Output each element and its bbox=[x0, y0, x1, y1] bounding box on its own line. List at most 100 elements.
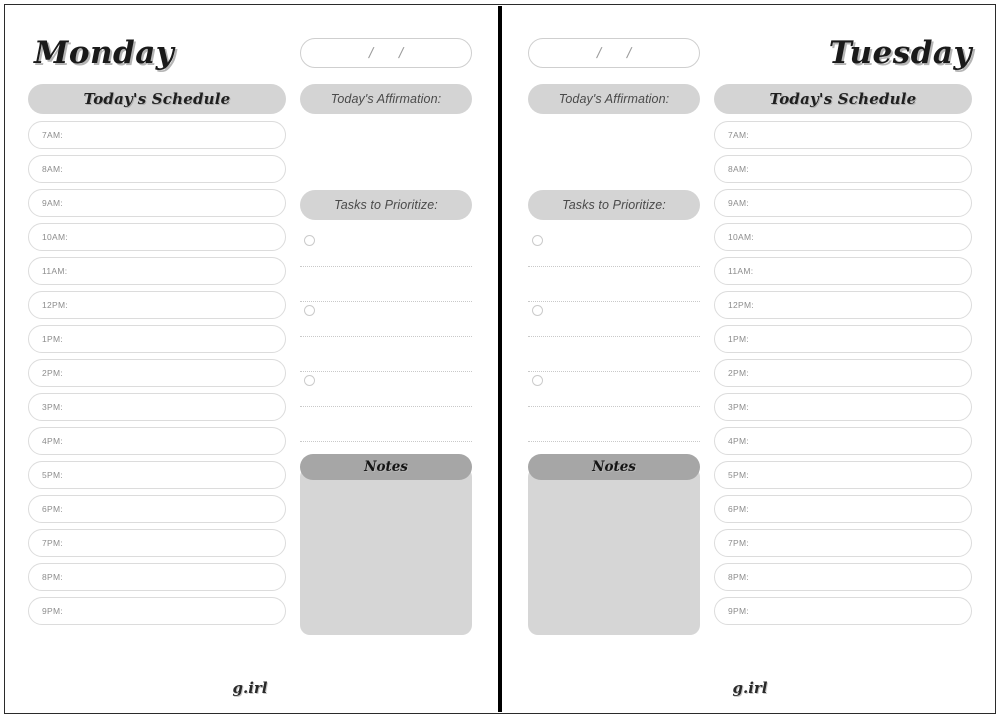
task-row[interactable] bbox=[528, 372, 700, 407]
schedule-slot[interactable]: 3PM: bbox=[28, 393, 286, 421]
schedule-slot[interactable]: 8AM: bbox=[714, 155, 972, 183]
schedule-slot[interactable]: 2PM: bbox=[714, 359, 972, 387]
slot-time-label: 8PM: bbox=[728, 572, 750, 582]
slot-time-label: 9PM: bbox=[42, 606, 64, 616]
slot-time-label: 2PM: bbox=[42, 368, 64, 378]
schedule-slot[interactable]: 7PM: bbox=[714, 529, 972, 557]
date-separator-2: / bbox=[625, 44, 633, 62]
schedule-slot[interactable]: 9AM: bbox=[28, 189, 286, 217]
slot-time-label: 7PM: bbox=[728, 538, 750, 548]
page-title: Monday bbox=[34, 35, 175, 71]
slot-time-label: 11AM: bbox=[42, 266, 68, 276]
body-columns-tuesday: Today's Affirmation: Tasks to Prioritize… bbox=[528, 84, 972, 668]
header-row-monday: Monday / / bbox=[28, 22, 472, 84]
tasks-heading: Tasks to Prioritize: bbox=[528, 190, 700, 220]
schedule-slot[interactable]: 7AM: bbox=[28, 121, 286, 149]
slot-time-label: 3PM: bbox=[728, 402, 750, 412]
affirmation-write-area[interactable] bbox=[528, 114, 700, 190]
slot-time-label: 6PM: bbox=[728, 504, 750, 514]
slot-time-label: 8AM: bbox=[42, 164, 64, 174]
schedule-slot[interactable]: 3PM: bbox=[714, 393, 972, 421]
date-field[interactable]: / / bbox=[528, 38, 700, 68]
schedule-slot[interactable]: 4PM: bbox=[714, 427, 972, 455]
task-row[interactable] bbox=[528, 267, 700, 302]
task-row[interactable] bbox=[528, 337, 700, 372]
slot-time-label: 11AM: bbox=[728, 266, 754, 276]
checkbox-circle-icon[interactable] bbox=[532, 305, 543, 316]
page-title: Tuesday bbox=[828, 35, 972, 71]
slot-time-label: 7AM: bbox=[42, 130, 64, 140]
slot-time-label: 4PM: bbox=[42, 436, 64, 446]
task-row[interactable] bbox=[528, 302, 700, 337]
tasks-heading: Tasks to Prioritize: bbox=[300, 190, 472, 220]
notes-write-area[interactable] bbox=[300, 467, 472, 635]
brand-logo: g.irl bbox=[232, 679, 268, 697]
task-row[interactable] bbox=[300, 372, 472, 407]
schedule-slot[interactable]: 1PM: bbox=[714, 325, 972, 353]
body-columns-monday: Today's Schedule 7AM: 8AM: 9AM: 10AM: 11… bbox=[28, 84, 472, 668]
slot-time-label: 10AM: bbox=[728, 232, 755, 242]
schedule-slot[interactable]: 11AM: bbox=[28, 257, 286, 285]
slot-time-label: 9PM: bbox=[728, 606, 750, 616]
schedule-slot[interactable]: 8AM: bbox=[28, 155, 286, 183]
slot-time-label: 2PM: bbox=[728, 368, 750, 378]
schedule-slot[interactable]: 12PM: bbox=[714, 291, 972, 319]
schedule-slot[interactable]: 10AM: bbox=[28, 223, 286, 251]
slot-time-label: 4PM: bbox=[728, 436, 750, 446]
slot-time-label: 5PM: bbox=[42, 470, 64, 480]
schedule-slot[interactable]: 8PM: bbox=[714, 563, 972, 591]
slot-time-label: 12PM: bbox=[42, 300, 69, 310]
date-field[interactable]: / / bbox=[300, 38, 472, 68]
affirmation-heading: Today's Affirmation: bbox=[528, 84, 700, 114]
task-row[interactable] bbox=[300, 302, 472, 337]
schedule-slot[interactable]: 9PM: bbox=[714, 597, 972, 625]
checkbox-circle-icon[interactable] bbox=[304, 375, 315, 386]
schedule-slot[interactable]: 9PM: bbox=[28, 597, 286, 625]
task-write-line bbox=[528, 441, 700, 442]
checkbox-circle-icon[interactable] bbox=[304, 235, 315, 246]
schedule-slot[interactable]: 2PM: bbox=[28, 359, 286, 387]
tasks-list bbox=[300, 232, 472, 442]
checkbox-circle-icon[interactable] bbox=[532, 235, 543, 246]
schedule-slot[interactable]: 6PM: bbox=[28, 495, 286, 523]
task-row[interactable] bbox=[528, 232, 700, 267]
schedule-slot[interactable]: 7PM: bbox=[28, 529, 286, 557]
schedule-slot[interactable]: 4PM: bbox=[28, 427, 286, 455]
slot-time-label: 9AM: bbox=[728, 198, 750, 208]
slot-time-label: 10AM: bbox=[42, 232, 69, 242]
slot-time-label: 1PM: bbox=[42, 334, 64, 344]
notes-block: Notes bbox=[300, 454, 472, 635]
task-row[interactable] bbox=[300, 267, 472, 302]
schedule-heading: Today's Schedule bbox=[714, 84, 972, 114]
footer-tuesday: g.irl bbox=[528, 668, 972, 708]
task-row[interactable] bbox=[528, 407, 700, 442]
schedule-slot[interactable]: 6PM: bbox=[714, 495, 972, 523]
task-row[interactable] bbox=[300, 232, 472, 267]
slot-time-label: 6PM: bbox=[42, 504, 64, 514]
notes-heading: Notes bbox=[528, 454, 700, 480]
schedule-slot[interactable]: 8PM: bbox=[28, 563, 286, 591]
checkbox-circle-icon[interactable] bbox=[304, 305, 315, 316]
task-write-line bbox=[300, 441, 472, 442]
checkbox-circle-icon[interactable] bbox=[532, 375, 543, 386]
schedule-slot[interactable]: 11AM: bbox=[714, 257, 972, 285]
schedule-slot[interactable]: 5PM: bbox=[714, 461, 972, 489]
task-row[interactable] bbox=[300, 337, 472, 372]
schedule-slot[interactable]: 7AM: bbox=[714, 121, 972, 149]
notes-heading: Notes bbox=[300, 454, 472, 480]
notes-write-area[interactable] bbox=[528, 467, 700, 635]
date-separator-2: / bbox=[397, 44, 405, 62]
schedule-slot[interactable]: 10AM: bbox=[714, 223, 972, 251]
tasks-list bbox=[528, 232, 700, 442]
slot-time-label: 9AM: bbox=[42, 198, 64, 208]
slot-time-label: 8AM: bbox=[728, 164, 750, 174]
date-separator-1: / bbox=[367, 44, 375, 62]
task-row[interactable] bbox=[300, 407, 472, 442]
schedule-slot[interactable]: 9AM: bbox=[714, 189, 972, 217]
schedule-column: Today's Schedule 7AM: 8AM: 9AM: 10AM: 11… bbox=[714, 84, 972, 625]
schedule-slot[interactable]: 1PM: bbox=[28, 325, 286, 353]
schedule-slot[interactable]: 5PM: bbox=[28, 461, 286, 489]
planner-spread: Monday / / Today's Schedule 7AM: 8AM: 9A… bbox=[0, 0, 1000, 718]
schedule-slot[interactable]: 12PM: bbox=[28, 291, 286, 319]
affirmation-write-area[interactable] bbox=[300, 114, 472, 190]
